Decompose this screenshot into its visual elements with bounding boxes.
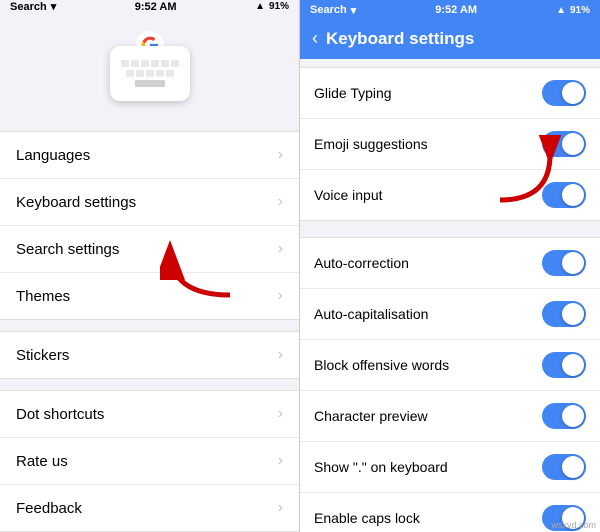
right-status-time: 9:52 AM [435, 4, 477, 16]
left-status-left: Search ▾ [10, 0, 56, 13]
auto-capitalisation-toggle[interactable] [542, 301, 586, 327]
left-wifi-icon: ▾ [51, 0, 57, 13]
left-panel: Search ▾ 9:52 AM ▲ 91% [0, 0, 300, 532]
emoji-suggestions-toggle[interactable] [542, 131, 586, 157]
menu-section-main: Languages › Keyboard settings › Search s… [0, 131, 299, 320]
menu-item-dot-shortcuts[interactable]: Dot shortcuts › [0, 391, 299, 438]
watermark: wsxvd.com [551, 520, 596, 530]
left-status-search: Search [10, 1, 47, 13]
settings-row-character-preview[interactable]: Character preview [300, 391, 600, 442]
settings-row-block-offensive-words[interactable]: Block offensive words [300, 340, 600, 391]
right-status-search: Search [310, 4, 347, 16]
menu-item-rate-us[interactable]: Rate us › [0, 438, 299, 485]
settings-row-emoji-suggestions[interactable]: Emoji suggestions [300, 119, 600, 170]
emoji-suggestions-label: Emoji suggestions [314, 136, 542, 152]
menu-section-misc: Dot shortcuts › Rate us › Feedback › [0, 390, 299, 532]
right-wifi-icon: ▾ [351, 4, 357, 17]
search-settings-label: Search settings [16, 241, 119, 258]
menu-item-feedback[interactable]: Feedback › [0, 485, 299, 531]
keyboard-settings-label: Keyboard settings [16, 194, 136, 211]
settings-list: Glide Typing Emoji suggestions Voice inp… [300, 59, 600, 532]
character-preview-toggle[interactable] [542, 403, 586, 429]
gboard-logo-area [0, 13, 299, 123]
menu-item-themes[interactable]: Themes › [0, 273, 299, 319]
settings-row-show-on-keyboard[interactable]: Show "." on keyboard [300, 442, 600, 493]
settings-row-auto-capitalisation[interactable]: Auto-capitalisation [300, 289, 600, 340]
languages-chevron: › [278, 146, 283, 164]
left-battery: 91% [269, 1, 289, 12]
settings-section-1: Glide Typing Emoji suggestions Voice inp… [300, 67, 600, 221]
feedback-label: Feedback [16, 500, 82, 517]
themes-chevron: › [278, 287, 283, 305]
glide-typing-toggle[interactable] [542, 80, 586, 106]
show-on-keyboard-label: Show "." on keyboard [314, 459, 542, 475]
languages-label: Languages [16, 147, 90, 164]
right-panel: Search ▾ 9:52 AM ▲ 91% ‹ Keyboard settin… [300, 0, 600, 532]
left-status-right: ▲ 91% [255, 1, 289, 12]
menu-section-stickers: Stickers › [0, 331, 299, 379]
character-preview-label: Character preview [314, 408, 542, 424]
right-location-icon: ▲ [556, 5, 566, 16]
search-settings-chevron: › [278, 240, 283, 258]
right-wrapper: Search ▾ 9:52 AM ▲ 91% ‹ Keyboard settin… [300, 0, 600, 532]
menu-item-languages[interactable]: Languages › [0, 132, 299, 179]
left-status-time: 9:52 AM [135, 1, 177, 13]
settings-section-2: Auto-correction Auto-capitalisation Bloc… [300, 237, 600, 532]
auto-correction-label: Auto-correction [314, 255, 542, 271]
settings-row-voice-input[interactable]: Voice input [300, 170, 600, 220]
settings-row-glide-typing[interactable]: Glide Typing [300, 68, 600, 119]
right-status-bar: Search ▾ 9:52 AM ▲ 91% [300, 0, 600, 20]
menu-item-keyboard-settings[interactable]: Keyboard settings › [0, 179, 299, 226]
gboard-keyboard-icon [110, 43, 190, 103]
glide-typing-label: Glide Typing [314, 85, 542, 101]
show-on-keyboard-toggle[interactable] [542, 454, 586, 480]
settings-row-auto-correction[interactable]: Auto-correction [300, 238, 600, 289]
auto-correction-toggle[interactable] [542, 250, 586, 276]
rate-us-label: Rate us [16, 453, 68, 470]
keyboard-bg [110, 46, 190, 101]
right-status-left: Search ▾ [310, 4, 356, 17]
dot-shortcuts-chevron: › [278, 405, 283, 423]
keyboard-settings-title: Keyboard settings [326, 29, 474, 49]
location-icon: ▲ [255, 1, 265, 12]
feedback-chevron: › [278, 499, 283, 517]
auto-capitalisation-label: Auto-capitalisation [314, 306, 542, 322]
stickers-chevron: › [278, 346, 283, 364]
right-header: ‹ Keyboard settings [300, 20, 600, 59]
block-offensive-words-label: Block offensive words [314, 357, 542, 373]
back-button[interactable]: ‹ [312, 28, 318, 49]
voice-input-label: Voice input [314, 187, 542, 203]
left-status-bar: Search ▾ 9:52 AM ▲ 91% [0, 0, 299, 13]
block-offensive-words-toggle[interactable] [542, 352, 586, 378]
right-status-right: ▲ 91% [556, 5, 590, 16]
themes-label: Themes [16, 288, 70, 305]
menu-item-stickers[interactable]: Stickers › [0, 332, 299, 378]
menu-item-search-settings[interactable]: Search settings › [0, 226, 299, 273]
stickers-label: Stickers [16, 347, 69, 364]
right-battery: 91% [570, 5, 590, 16]
dot-shortcuts-label: Dot shortcuts [16, 406, 104, 423]
rate-us-chevron: › [278, 452, 283, 470]
keyboard-settings-chevron: › [278, 193, 283, 211]
enable-caps-lock-label: Enable caps lock [314, 510, 542, 526]
voice-input-toggle[interactable] [542, 182, 586, 208]
